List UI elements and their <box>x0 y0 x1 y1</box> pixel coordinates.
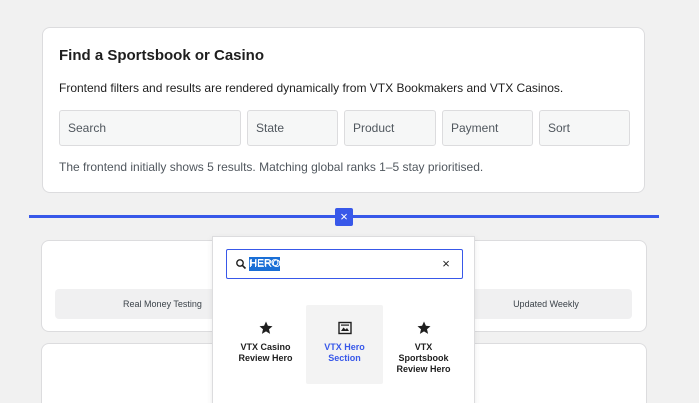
close-inserter-button[interactable]: × <box>335 208 353 226</box>
block-result-label: VTX Casino Review Hero <box>238 342 293 363</box>
product-filter[interactable]: Product <box>344 110 436 146</box>
star-icon <box>417 321 430 334</box>
clear-search-button[interactable]: × <box>438 255 454 273</box>
quick-inserter-popover: HERO × VTX Casino Review Hero VTX Hero S… <box>212 236 475 403</box>
inserter-search-box[interactable]: HERO × <box>226 249 463 279</box>
state-filter[interactable]: State <box>247 110 338 146</box>
sort-filter[interactable]: Sort <box>539 110 630 146</box>
search-icon <box>236 259 247 270</box>
search-filter[interactable]: Search <box>59 110 241 146</box>
block-result-hero-section[interactable]: VTX Hero Section <box>306 305 383 384</box>
block-result-casino-review-hero[interactable]: VTX Casino Review Hero <box>227 305 304 384</box>
finder-title: Find a Sportsbook or Casino <box>59 47 265 64</box>
finder-card: Find a Sportsbook or Casino Frontend fil… <box>42 27 645 193</box>
block-result-sportsbook-review-hero[interactable]: VTX Sportsbook Review Hero <box>385 305 462 384</box>
payment-filter[interactable]: Payment <box>442 110 533 146</box>
block-result-label: VTX Sportsbook Review Hero <box>396 342 451 374</box>
star-icon <box>259 321 272 334</box>
cover-image-icon <box>337 321 352 335</box>
block-result-label: VTX Hero Section <box>324 342 365 363</box>
finder-description: Frontend filters and results are rendere… <box>59 81 564 95</box>
inserter-search-input[interactable] <box>249 256 429 272</box>
trust-pill-updated-weekly: Updated Weekly <box>460 289 632 319</box>
finder-note: The frontend initially shows 5 results. … <box>59 160 484 174</box>
